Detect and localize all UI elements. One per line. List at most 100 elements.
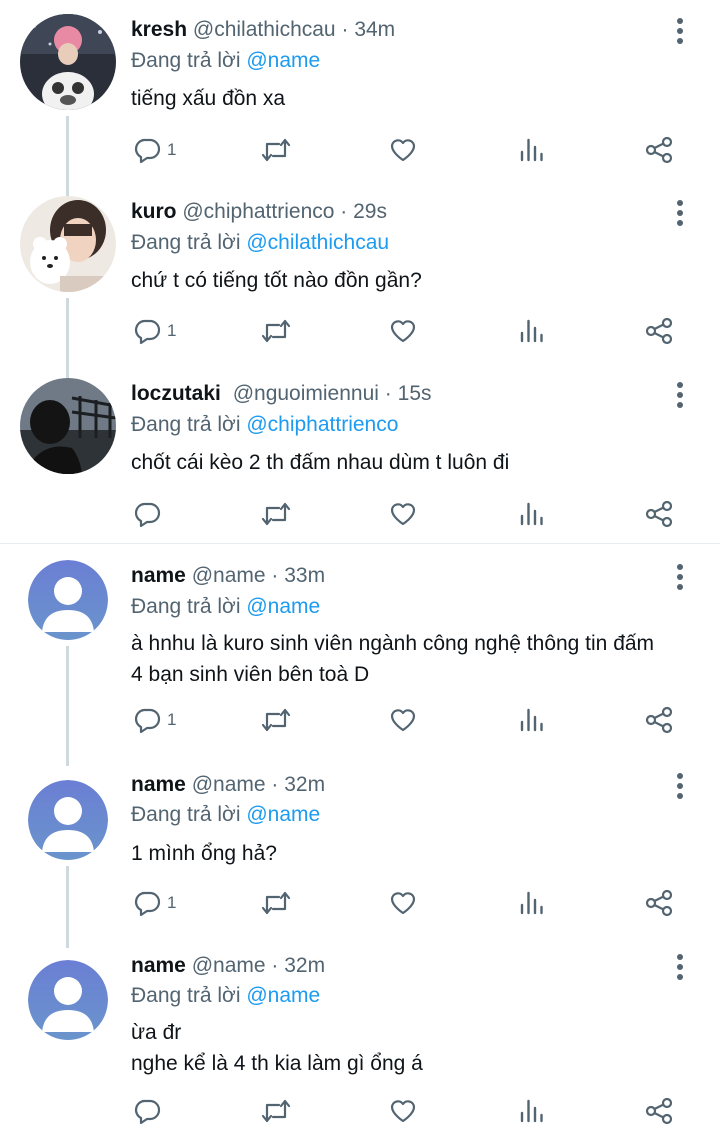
- more-vertical-icon[interactable]: [670, 16, 690, 46]
- retweet-button[interactable]: [260, 703, 292, 737]
- timestamp[interactable]: 15s: [398, 382, 432, 405]
- reply-button[interactable]: 1: [133, 314, 176, 348]
- reply-icon[interactable]: [133, 317, 161, 345]
- mention-link[interactable]: @chilathichcau: [246, 231, 389, 254]
- like-button[interactable]: [389, 703, 417, 737]
- avatar[interactable]: [20, 196, 116, 292]
- timestamp[interactable]: 32m: [284, 773, 325, 796]
- like-button[interactable]: [389, 133, 417, 167]
- like-button[interactable]: [389, 1094, 417, 1128]
- tweet[interactable]: loczutaki @nguoimiennui · 15s Đang trả l…: [0, 364, 720, 544]
- share-icon[interactable]: [645, 1097, 675, 1125]
- share-button[interactable]: [645, 886, 675, 920]
- avatar[interactable]: [28, 780, 108, 860]
- retweet-icon[interactable]: [260, 500, 292, 528]
- tweet[interactable]: name @name · 32m Đang trả lời @name ừa đ…: [0, 948, 720, 1137]
- mention-link[interactable]: @name: [246, 984, 320, 1007]
- reply-button[interactable]: [133, 1094, 167, 1128]
- more-vertical-icon[interactable]: [670, 380, 690, 410]
- tweet[interactable]: name @name · 33m Đang trả lời @name à hn…: [0, 546, 720, 758]
- timestamp[interactable]: 29s: [353, 200, 387, 223]
- reply-icon[interactable]: [133, 706, 161, 734]
- retweet-icon[interactable]: [260, 889, 292, 917]
- display-name[interactable]: kresh: [131, 18, 187, 41]
- retweet-button[interactable]: [260, 314, 292, 348]
- mention-link[interactable]: @name: [246, 803, 320, 826]
- analytics-icon[interactable]: [518, 706, 546, 734]
- analytics-button[interactable]: [518, 314, 546, 348]
- analytics-button[interactable]: [518, 703, 546, 737]
- retweet-button[interactable]: [260, 497, 292, 531]
- heart-icon[interactable]: [389, 1097, 417, 1125]
- analytics-icon[interactable]: [518, 889, 546, 917]
- timestamp[interactable]: 33m: [284, 564, 325, 587]
- retweet-button[interactable]: [260, 133, 292, 167]
- display-name[interactable]: name: [131, 954, 186, 977]
- reply-button[interactable]: 1: [133, 133, 176, 167]
- reply-button[interactable]: 1: [133, 886, 176, 920]
- more-vertical-icon[interactable]: [670, 198, 690, 228]
- analytics-icon[interactable]: [518, 500, 546, 528]
- display-name[interactable]: name: [131, 564, 186, 587]
- share-button[interactable]: [645, 1094, 675, 1128]
- retweet-icon[interactable]: [260, 317, 292, 345]
- retweet-button[interactable]: [260, 1094, 292, 1128]
- like-button[interactable]: [389, 497, 417, 531]
- display-name[interactable]: kuro: [131, 200, 177, 223]
- analytics-icon[interactable]: [518, 317, 546, 345]
- share-icon[interactable]: [645, 317, 675, 345]
- timestamp[interactable]: 32m: [284, 954, 325, 977]
- share-button[interactable]: [645, 314, 675, 348]
- tweet[interactable]: kuro @chiphattrienco · 29s Đang trả lời …: [0, 182, 720, 362]
- heart-icon[interactable]: [389, 889, 417, 917]
- analytics-icon[interactable]: [518, 1097, 546, 1125]
- reply-button[interactable]: [133, 497, 167, 531]
- retweet-button[interactable]: [260, 886, 292, 920]
- avatar[interactable]: [20, 378, 116, 474]
- share-button[interactable]: [645, 133, 675, 167]
- mention-link[interactable]: @name: [246, 49, 320, 72]
- reply-button[interactable]: 1: [133, 703, 176, 737]
- reply-icon[interactable]: [133, 889, 161, 917]
- avatar[interactable]: [20, 14, 116, 110]
- share-icon[interactable]: [645, 500, 675, 528]
- more-vertical-icon[interactable]: [670, 562, 690, 592]
- share-icon[interactable]: [645, 136, 675, 164]
- heart-icon[interactable]: [389, 500, 417, 528]
- analytics-button[interactable]: [518, 133, 546, 167]
- reply-icon[interactable]: [133, 136, 161, 164]
- heart-icon[interactable]: [389, 317, 417, 345]
- more-vertical-icon[interactable]: [670, 771, 690, 801]
- heart-icon[interactable]: [389, 706, 417, 734]
- share-button[interactable]: [645, 497, 675, 531]
- tweet[interactable]: name @name · 32m Đang trả lời @name 1 mì…: [0, 766, 720, 946]
- user-handle[interactable]: @name: [192, 773, 266, 796]
- reply-icon[interactable]: [133, 1097, 161, 1125]
- analytics-button[interactable]: [518, 497, 546, 531]
- reply-icon[interactable]: [133, 500, 161, 528]
- user-handle[interactable]: @nguoimiennui: [233, 382, 379, 405]
- share-button[interactable]: [645, 703, 675, 737]
- mention-link[interactable]: @name: [246, 595, 320, 618]
- analytics-button[interactable]: [518, 886, 546, 920]
- retweet-icon[interactable]: [260, 706, 292, 734]
- timestamp[interactable]: 34m: [354, 18, 395, 41]
- user-handle[interactable]: @name: [192, 564, 266, 587]
- display-name[interactable]: name: [131, 773, 186, 796]
- user-handle[interactable]: @chilathichcau: [193, 18, 336, 41]
- avatar[interactable]: [28, 560, 108, 640]
- heart-icon[interactable]: [389, 136, 417, 164]
- analytics-button[interactable]: [518, 1094, 546, 1128]
- user-handle[interactable]: @chiphattrienco: [182, 200, 334, 223]
- more-vertical-icon[interactable]: [670, 952, 690, 982]
- share-icon[interactable]: [645, 889, 675, 917]
- like-button[interactable]: [389, 886, 417, 920]
- user-handle[interactable]: @name: [192, 954, 266, 977]
- retweet-icon[interactable]: [260, 1097, 292, 1125]
- like-button[interactable]: [389, 314, 417, 348]
- display-name[interactable]: loczutaki: [131, 382, 221, 405]
- retweet-icon[interactable]: [260, 136, 292, 164]
- tweet[interactable]: kresh @chilathichcau · 34m Đang trả lời …: [0, 0, 720, 180]
- share-icon[interactable]: [645, 706, 675, 734]
- avatar[interactable]: [28, 960, 108, 1040]
